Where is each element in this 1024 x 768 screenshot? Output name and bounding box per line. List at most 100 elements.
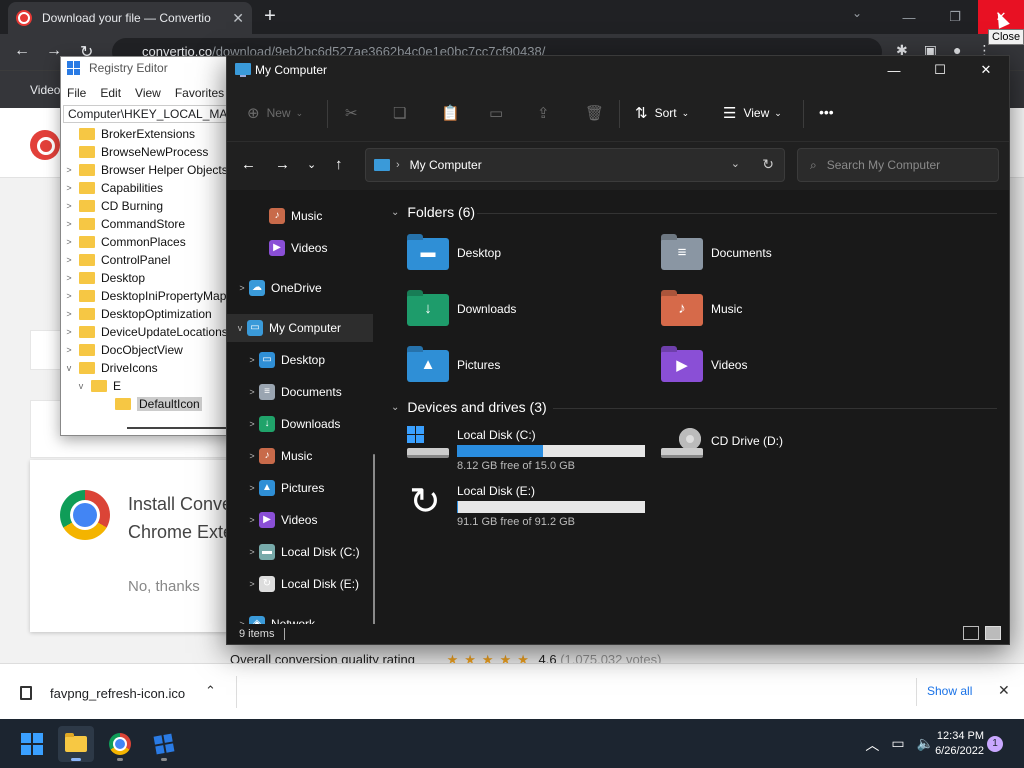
expand-chevron-icon[interactable]: > xyxy=(63,309,75,319)
nav-item[interactable]: > ▶ Videos xyxy=(227,506,373,534)
taskbar-chrome[interactable] xyxy=(102,726,138,762)
nav-item[interactable]: ♪ Music xyxy=(227,202,373,230)
tiles-view-icon[interactable] xyxy=(985,626,1001,640)
expand-chevron-icon[interactable]: > xyxy=(63,183,75,193)
browser-minimize-icon[interactable]: — xyxy=(886,0,932,34)
expand-chevron-icon[interactable]: > xyxy=(245,387,259,397)
download-close-icon[interactable]: ✕ xyxy=(998,682,1010,699)
taskbar-regedit[interactable] xyxy=(146,726,182,762)
notification-badge[interactable]: 1 xyxy=(987,736,1003,752)
regedit-menu-favorites[interactable]: Favorites xyxy=(175,86,224,100)
nav-item[interactable]: > ↓ Downloads xyxy=(227,410,373,438)
expanded-chevron-icon[interactable]: v xyxy=(233,323,247,333)
breadcrumb-my-computer[interactable]: My Computer xyxy=(410,158,482,172)
expand-chevron-icon[interactable]: > xyxy=(63,237,75,247)
folder-tile[interactable]: ↓ Downloads xyxy=(407,294,516,326)
expanded-chevron-icon[interactable]: v xyxy=(75,381,87,391)
taskbar-file-explorer[interactable] xyxy=(58,726,94,762)
drive-tile[interactable]: ↻ Local Disk (E:) 91.1 GB free of 91.2 GB xyxy=(407,482,645,528)
nav-item[interactable]: > ♪ Music xyxy=(227,442,373,470)
delete-button[interactable]: 🗑 xyxy=(585,104,611,122)
expand-chevron-icon[interactable]: > xyxy=(63,165,75,175)
regedit-menu-view[interactable]: View xyxy=(135,86,161,100)
nav-item[interactable]: > ☁ OneDrive xyxy=(227,274,373,302)
nav-item[interactable]: > ◈ Network xyxy=(227,610,373,624)
refresh-icon[interactable]: ↻ xyxy=(762,156,774,173)
new-button[interactable]: ⊕ New ⌄ xyxy=(247,104,303,122)
folder-tile[interactable]: ▶ Videos xyxy=(661,350,747,382)
drive-tile[interactable]: CD Drive (D:) xyxy=(661,426,783,466)
drives-group-header[interactable]: ⌄ Devices and drives (3) xyxy=(391,399,547,415)
nav-item[interactable]: > ▭ Desktop xyxy=(227,346,373,374)
expand-chevron-icon[interactable]: > xyxy=(245,355,259,365)
download-file-name[interactable]: favpng_refresh-icon.ico xyxy=(50,686,185,701)
convertio-logo-icon[interactable] xyxy=(30,130,60,160)
expand-chevron-icon[interactable]: > xyxy=(63,345,75,355)
chevron-up-icon[interactable]: ︿ xyxy=(865,735,879,755)
expanded-chevron-icon[interactable]: v xyxy=(63,363,75,373)
no-thanks-link[interactable]: No, thanks xyxy=(128,578,200,595)
folder-tile[interactable]: ♪ Music xyxy=(661,294,742,326)
network-icon[interactable]: ▭ xyxy=(891,735,904,755)
explorer-back-icon[interactable]: ← xyxy=(241,156,256,173)
expand-chevron-icon[interactable]: > xyxy=(245,483,259,493)
recent-locations-icon[interactable]: ⌄ xyxy=(307,158,316,171)
show-all-button[interactable]: Show all xyxy=(916,678,982,706)
share-button[interactable]: ⇪ xyxy=(537,104,557,122)
chevron-up-icon[interactable]: ⌃ xyxy=(205,683,216,699)
explorer-search-box[interactable]: ⌕ xyxy=(797,148,999,182)
regedit-menu-file[interactable]: File xyxy=(67,86,86,100)
search-input[interactable] xyxy=(826,158,977,172)
back-arrow-icon[interactable]: ← xyxy=(14,42,30,60)
view-button[interactable]: ☰ View ⌄ xyxy=(723,104,782,122)
nav-item[interactable]: > ▲ Pictures xyxy=(227,474,373,502)
expand-chevron-icon[interactable]: > xyxy=(63,291,75,301)
expand-chevron-icon[interactable]: > xyxy=(63,255,75,265)
taskbar-clock[interactable]: 12:34 PM 6/26/2022 xyxy=(924,729,984,759)
rename-button[interactable]: ▭ xyxy=(489,104,510,122)
expand-chevron-icon[interactable]: > xyxy=(235,283,249,293)
expand-chevron-icon[interactable]: > xyxy=(245,451,259,461)
regedit-menu-edit[interactable]: Edit xyxy=(100,86,121,100)
bookmark-item[interactable]: Video xyxy=(30,83,60,97)
paste-button[interactable]: 📋 xyxy=(441,104,467,122)
expand-chevron-icon[interactable]: > xyxy=(245,515,259,525)
new-tab-icon[interactable]: + xyxy=(258,4,282,28)
nav-item[interactable]: v ▭ My Computer xyxy=(227,314,373,342)
explorer-close-icon[interactable]: ✕ xyxy=(963,56,1009,84)
browser-restore-icon[interactable]: ❐ xyxy=(932,0,978,34)
expand-chevron-icon[interactable]: > xyxy=(63,273,75,283)
regedit-hscrollbar[interactable] xyxy=(127,427,227,429)
drive-tile[interactable]: Local Disk (C:) 8.12 GB free of 15.0 GB xyxy=(407,426,645,472)
nav-item[interactable]: ▶ Videos xyxy=(227,234,373,262)
explorer-maximize-icon[interactable]: ☐ xyxy=(917,56,963,84)
browser-tab[interactable]: Download your file — Convertio ✕ xyxy=(8,2,252,34)
expand-chevron-icon[interactable]: > xyxy=(63,327,75,337)
expand-chevron-icon[interactable]: > xyxy=(63,219,75,229)
nav-scrollbar[interactable] xyxy=(373,454,375,624)
nav-item[interactable]: > ▬ Local Disk (C:) xyxy=(227,538,373,566)
more-options-icon[interactable]: ••• xyxy=(819,104,834,120)
cut-button[interactable]: ✂ xyxy=(345,104,365,122)
expand-chevron-icon[interactable]: > xyxy=(63,201,75,211)
expand-chevron-icon[interactable]: > xyxy=(245,547,259,557)
details-view-icon[interactable] xyxy=(963,626,979,640)
nav-item[interactable]: > ↻ Local Disk (E:) xyxy=(227,570,373,598)
address-dropdown-icon[interactable]: ⌄ xyxy=(731,157,740,170)
explorer-minimize-icon[interactable]: — xyxy=(871,56,917,84)
folders-group-header[interactable]: ⌄ Folders (6) xyxy=(391,204,475,220)
expand-chevron-icon[interactable]: > xyxy=(245,419,259,429)
expand-chevron-icon[interactable]: > xyxy=(245,579,259,589)
explorer-address-bar[interactable]: › My Computer ⌄ ↻ xyxy=(365,148,785,182)
up-arrow-icon[interactable]: ↑ xyxy=(335,156,343,173)
explorer-forward-icon[interactable]: → xyxy=(275,156,290,173)
folder-tile[interactable]: ▲ Pictures xyxy=(407,350,500,382)
sort-button[interactable]: ⇅ Sort ⌄ xyxy=(635,104,689,122)
tab-close-icon[interactable]: ✕ xyxy=(232,10,244,27)
folder-tile[interactable]: ▬ Desktop xyxy=(407,238,501,270)
nav-item[interactable]: > ≡ Documents xyxy=(227,378,373,406)
tab-search-icon[interactable]: ⌄ xyxy=(852,6,862,20)
copy-button[interactable]: ❏ xyxy=(393,104,413,122)
start-button[interactable] xyxy=(14,726,50,762)
folder-tile[interactable]: ≡ Documents xyxy=(661,238,772,270)
